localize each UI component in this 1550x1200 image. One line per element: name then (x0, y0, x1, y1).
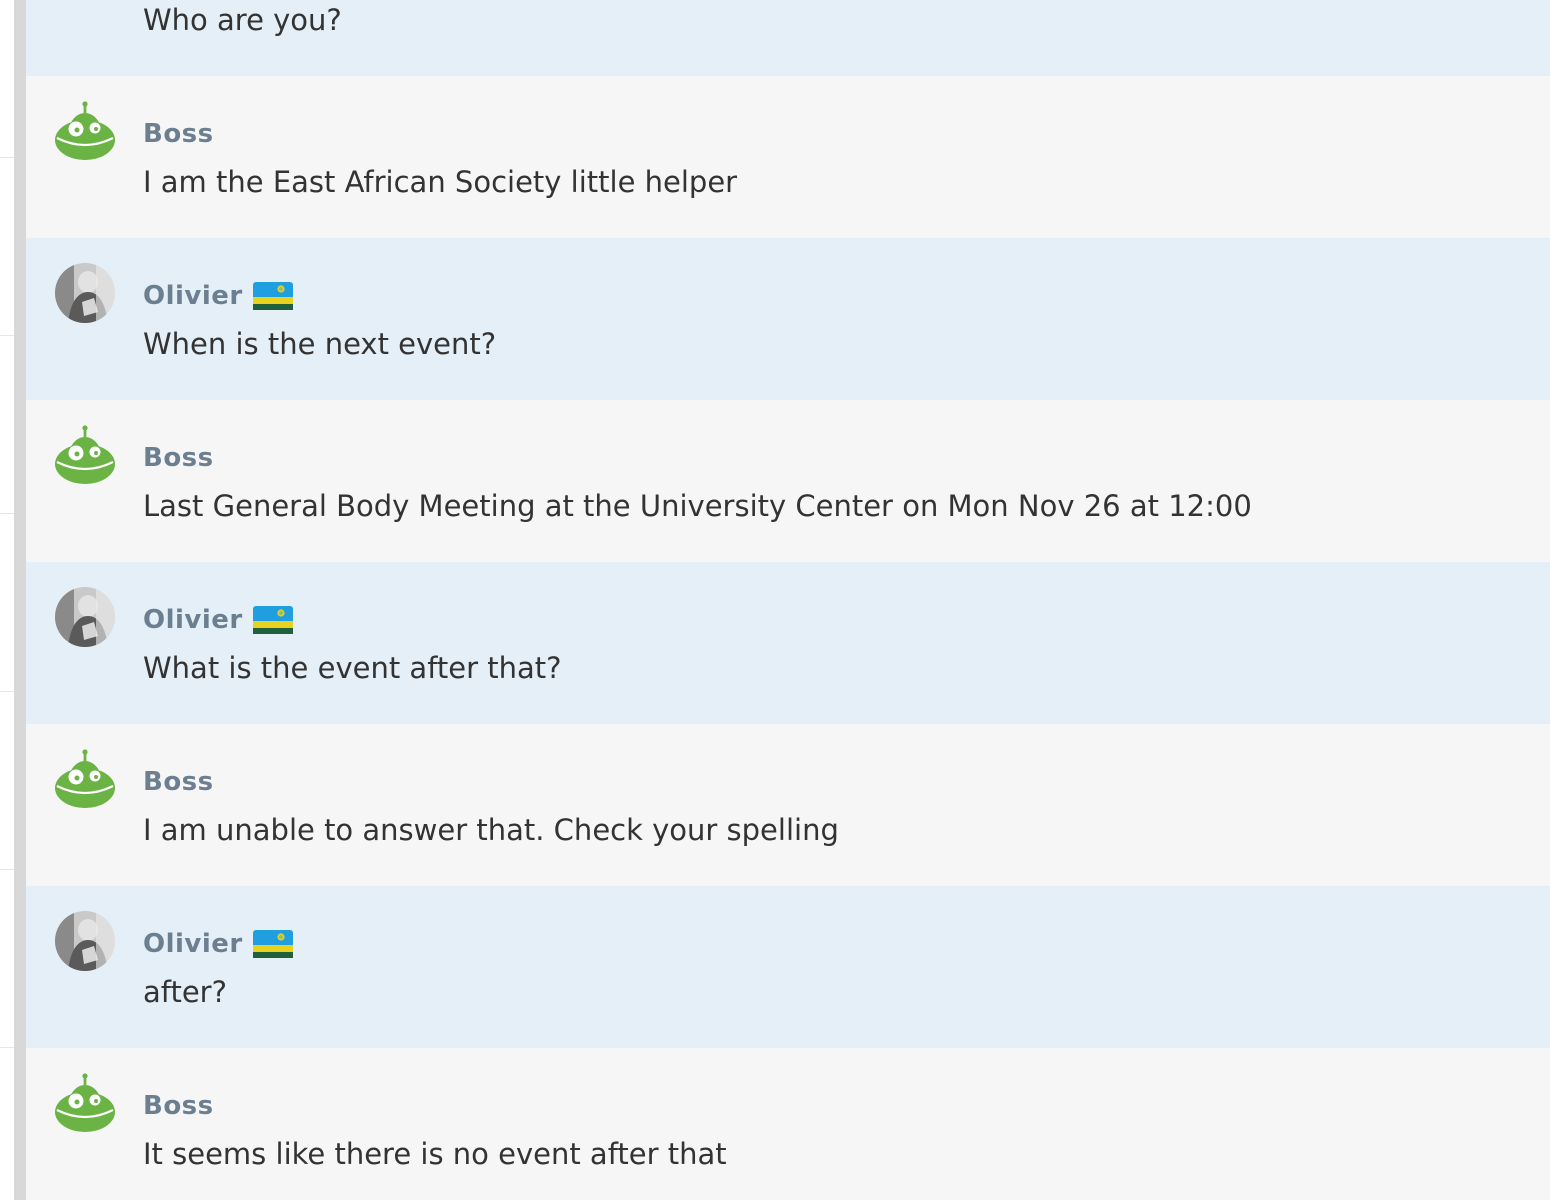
rail-divider (0, 335, 14, 336)
message-text: When is the next event? (143, 327, 497, 361)
sender-name: Boss (143, 443, 214, 473)
rwanda-flag-icon (252, 282, 293, 310)
sender: Boss (143, 1088, 214, 1124)
sender: Boss (143, 764, 214, 800)
chat-log[interactable]: Who are you? Boss I am the East African … (26, 0, 1550, 1200)
user-avatar (54, 586, 116, 648)
rail-divider (0, 869, 14, 870)
user-avatar (54, 262, 116, 324)
rwanda-flag-icon (252, 930, 293, 958)
sender-name: Olivier (143, 605, 243, 635)
message-row: Who are you? (26, 0, 1550, 76)
message-row: Olivier When is the next event? (26, 238, 1550, 400)
message-row: Boss I am the East African Society littl… (26, 76, 1550, 238)
message-row: Olivier What is the event after that? (26, 562, 1550, 724)
message-row: Olivier after? (26, 886, 1550, 1048)
bot-avatar-icon (54, 1072, 116, 1134)
message-text: I am unable to answer that. Check your s… (143, 813, 839, 847)
message-text: It seems like there is no event after th… (143, 1137, 727, 1171)
message-text: after? (143, 975, 227, 1009)
message-text: Last General Body Meeting at the Univers… (143, 489, 1252, 523)
sender: Olivier (143, 278, 293, 314)
rail-divider (0, 691, 14, 692)
sender-name: Boss (143, 767, 214, 797)
sender-name: Olivier (143, 929, 243, 959)
sender: Boss (143, 440, 214, 476)
rail-divider (0, 1047, 14, 1048)
sender-name: Boss (143, 1091, 214, 1121)
message-row: Boss It seems like there is no event aft… (26, 1048, 1550, 1200)
message-text: What is the event after that? (143, 651, 562, 685)
left-border (14, 0, 26, 1200)
left-rail (0, 0, 14, 1200)
rail-divider (0, 157, 14, 158)
rail-divider (0, 513, 14, 514)
bot-avatar-icon (54, 424, 116, 486)
user-avatar (54, 910, 116, 972)
bot-avatar-icon (54, 748, 116, 810)
message-text: Who are you? (143, 3, 342, 37)
message-row: Boss Last General Body Meeting at the Un… (26, 400, 1550, 562)
sender-name: Olivier (143, 281, 243, 311)
bot-avatar-icon (54, 100, 116, 162)
sender: Olivier (143, 602, 293, 638)
sender-name: Boss (143, 119, 214, 149)
sender: Boss (143, 116, 214, 152)
sender: Olivier (143, 926, 293, 962)
message-row: Boss I am unable to answer that. Check y… (26, 724, 1550, 886)
message-text: I am the East African Society little hel… (143, 165, 738, 199)
rwanda-flag-icon (252, 606, 293, 634)
